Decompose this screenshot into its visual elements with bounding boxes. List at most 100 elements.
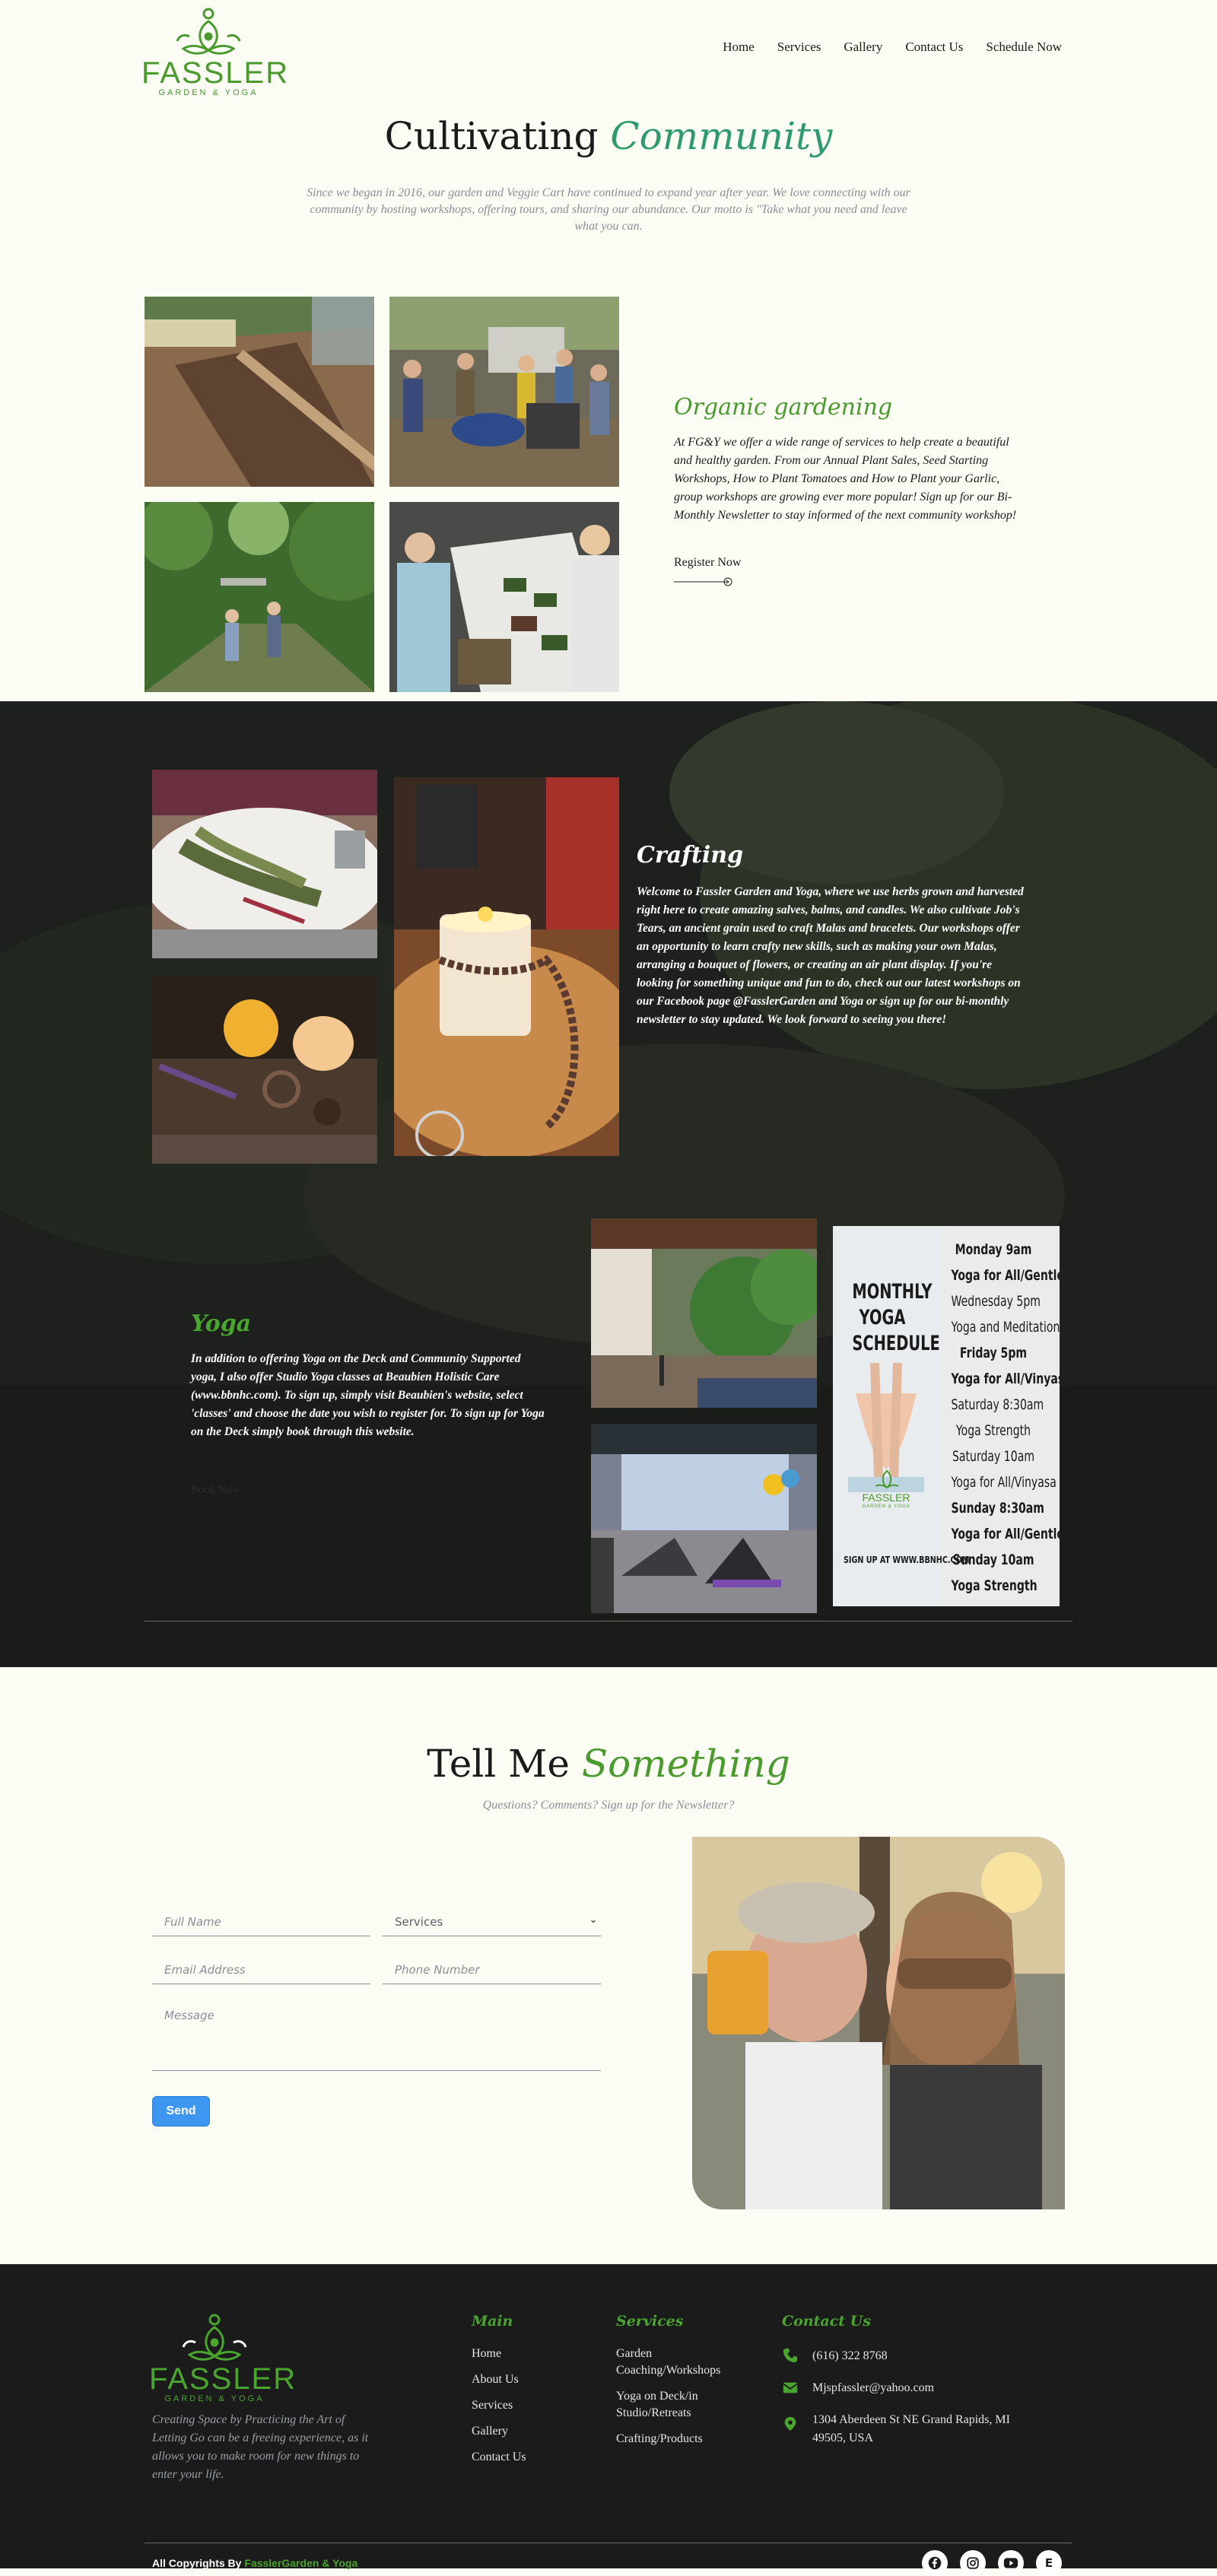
contact-subtitle: Questions? Comments? Sign up for the New… [482,1799,735,1812]
copyright: All Copyrights By FasslerGarden & Yoga [152,2557,357,2569]
register-now-link[interactable]: Register Now [674,556,741,570]
page-title-emphasis: Community [610,114,833,158]
schedule-line: Saturday 10am [952,1448,1035,1465]
footer-email-row[interactable]: Mjspfassler@yahoo.com [782,2379,934,2397]
etsy-icon[interactable]: E [1036,2550,1062,2576]
section-divider [145,1621,1072,1622]
book-now-link[interactable]: Book Now [191,1484,240,1497]
email-field[interactable]: Email Address [152,1952,370,1984]
photo-candles-malas [152,975,377,1164]
copyright-prefix: All Copyrights By [152,2557,245,2569]
organic-gardening-text: At FG&Y we offer a wide range of service… [674,436,1017,522]
nav-schedule-now[interactable]: Schedule Now [986,40,1062,55]
footer-logo[interactable]: FASSLER GARDEN & YOGA [149,2312,297,2403]
phone-field[interactable]: Phone Number [383,1952,601,1984]
organic-gardening-title: Organic gardening [674,394,893,421]
phone-icon [783,2348,798,2363]
schedule-lotus-icon [875,1469,899,1489]
nav-home[interactable]: Home [723,40,755,55]
schedule-logo-brand: FASSLER [862,1491,910,1504]
schedule-line: Yoga and Meditation [951,1319,1060,1336]
footer-logo-brand: FASSLER [149,2362,297,2396]
envelope-icon [783,2382,798,2393]
nav-services[interactable]: Services [777,40,821,55]
photo-workshop-table [389,502,619,692]
services-select[interactable]: Services ⌄ [383,1904,601,1936]
full-name-field[interactable]: Full Name [152,1904,370,1936]
send-button[interactable]: Send [152,2096,210,2127]
facebook-icon[interactable] [922,2550,948,2576]
nav-contact-us[interactable]: Contact Us [905,40,963,55]
instagram-icon[interactable] [960,2550,986,2576]
photo-couple-selfie [692,1837,1065,2209]
schedule-line: Monday 9am [955,1241,1032,1258]
logo-subtitle: GARDEN & YOGA [158,88,259,97]
photo-yoga-studio [591,1424,817,1613]
photo-garden-path [145,502,374,692]
page-title: Cultivating Community [0,114,1217,158]
schedule-line: Yoga Strength [955,1422,1031,1439]
footer-address-row[interactable]: 1304 Aberdeen St NE Grand Rapids, MI 495… [782,2411,1041,2447]
yoga-text: In addition to offering Yoga on the Deck… [191,1352,545,1438]
footer-link-services[interactable]: Services [472,2397,526,2414]
services-select-value: Services [395,1915,443,1929]
schedule-line: Yoga for All/Gentle [951,1267,1060,1284]
footer-link-yoga-deck[interactable]: Yoga on Deck/in Studio/Retreats [616,2388,738,2422]
message-field[interactable]: Message [152,2001,601,2071]
footer-link-home[interactable]: Home [472,2346,526,2362]
nav-gallery[interactable]: Gallery [844,40,882,55]
location-pin-icon [784,2416,796,2431]
copyright-link[interactable]: FasslerGarden & Yoga [244,2557,357,2569]
schedule-line: Sunday 8:30am [951,1500,1044,1517]
photo-yoga-deck [591,1218,817,1408]
schedule-title: MONTHLY YOGA SCHEDULE [852,1280,940,1355]
footer-address: 1304 Aberdeen St NE Grand Rapids, MI 495… [812,2413,1010,2444]
footer-services-links: Garden Coaching/Workshops Yoga on Deck/i… [616,2346,738,2447]
photo-garden-group [389,297,619,487]
schedule-logo-sub: GARDEN & YOGA [862,1504,910,1509]
footer-link-gallery[interactable]: Gallery [472,2423,526,2440]
lotus-logo-icon [176,8,241,55]
footer-link-garden-coaching[interactable]: Garden Coaching/Workshops [616,2346,738,2379]
footer-services-heading: Services [616,2313,684,2330]
intro-paragraph: Since we began in 2016, our garden and V… [307,186,910,233]
footer-link-contact-us[interactable]: Contact Us [472,2449,526,2466]
yoga-title: Yoga [191,1310,252,1337]
contact-title-emphasis: Something [581,1742,790,1786]
footer-phone-row[interactable]: (616) 322 8768 [782,2347,888,2365]
footer-link-crafting[interactable]: Crafting/Products [616,2431,738,2447]
footer-contact-heading: Contact Us [782,2313,871,2330]
contact-title-plain: Tell Me [427,1742,582,1786]
photo-garden-trench [145,297,374,487]
youtube-icon[interactable] [998,2550,1024,2576]
schedule-line: Yoga for All/Vinyasa [951,1371,1060,1387]
crafting-text: Welcome to Fassler Garden and Yoga, wher… [637,885,1024,1026]
footer-main-links: Home About Us Services Gallery Contact U… [472,2346,526,2466]
schedule-line: Yoga Strength [951,1577,1037,1594]
photo-candle-mala [394,777,619,1156]
schedule-line: Yoga for All/Gentle [951,1526,1060,1542]
lotus-logo-icon [182,2314,247,2361]
footer-logo-subtitle: GARDEN & YOGA [164,2394,265,2403]
crafting-title: Crafting [637,842,744,869]
page-title-plain: Cultivating [384,114,611,158]
schedule-line: Yoga for All/Vinyasa [951,1474,1057,1491]
footer-main-heading: Main [472,2313,513,2330]
footer-link-about-us[interactable]: About Us [472,2371,526,2388]
logo-brand: FASSLER [141,56,290,90]
schedule-line: Friday 5pm [959,1345,1028,1361]
chevron-down-icon: ⌄ [589,1914,598,1926]
footer-tagline: Creating Space by Practicing the Art of … [152,2413,369,2481]
photo-herbs [152,770,377,958]
arrow-circle-icon[interactable] [674,577,733,586]
monthly-yoga-schedule: MONTHLY YOGA SCHEDULE FASSLER GARDEN & Y… [833,1226,1060,1606]
schedule-signup: SIGN UP AT WWW.BBNHC.COM [844,1555,970,1565]
site-logo[interactable]: FASSLER GARDEN & YOGA [141,6,290,97]
schedule-lines: Monday 9am Yoga for All/Gentle Wednesday… [936,1237,1060,1599]
main-nav: Home Services Gallery Contact Us Schedul… [723,40,1062,55]
footer-phone: (616) 322 8768 [812,2349,888,2362]
schedule-line: Wednesday 5pm [951,1293,1041,1310]
schedule-line: Saturday 8:30am [951,1396,1044,1413]
contact-title: Tell Me Something [0,1742,1217,1786]
footer-email: Mjspfassler@yahoo.com [812,2381,935,2394]
